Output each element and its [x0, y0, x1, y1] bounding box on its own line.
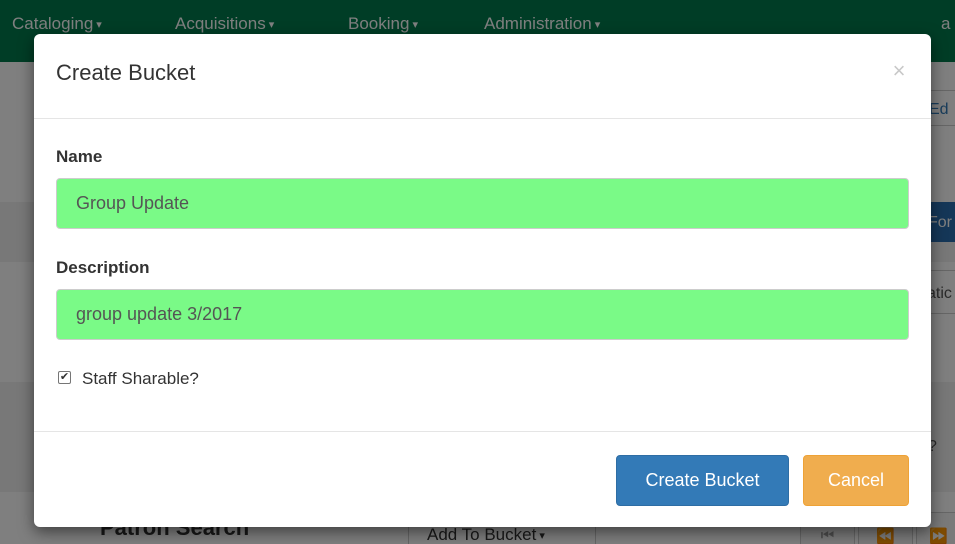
modal-footer: Create Bucket Cancel — [34, 431, 931, 528]
close-icon[interactable]: × — [886, 58, 912, 84]
create-bucket-dialog: Create Bucket × Name Description ✔ Staff… — [34, 34, 931, 527]
create-bucket-button[interactable]: Create Bucket — [616, 455, 789, 506]
staff-sharable-checkbox[interactable]: ✔ — [58, 371, 71, 384]
name-label: Name — [56, 147, 103, 166]
checkmark-icon: ✔ — [59, 371, 70, 383]
description-input[interactable] — [56, 289, 909, 340]
description-label: Description — [56, 258, 150, 277]
name-input[interactable] — [56, 178, 909, 229]
modal-title: Create Bucket — [56, 60, 196, 85]
modal-header: Create Bucket × — [34, 34, 931, 119]
cancel-button[interactable]: Cancel — [803, 455, 909, 506]
staff-sharable-label: Staff Sharable? — [82, 369, 199, 388]
